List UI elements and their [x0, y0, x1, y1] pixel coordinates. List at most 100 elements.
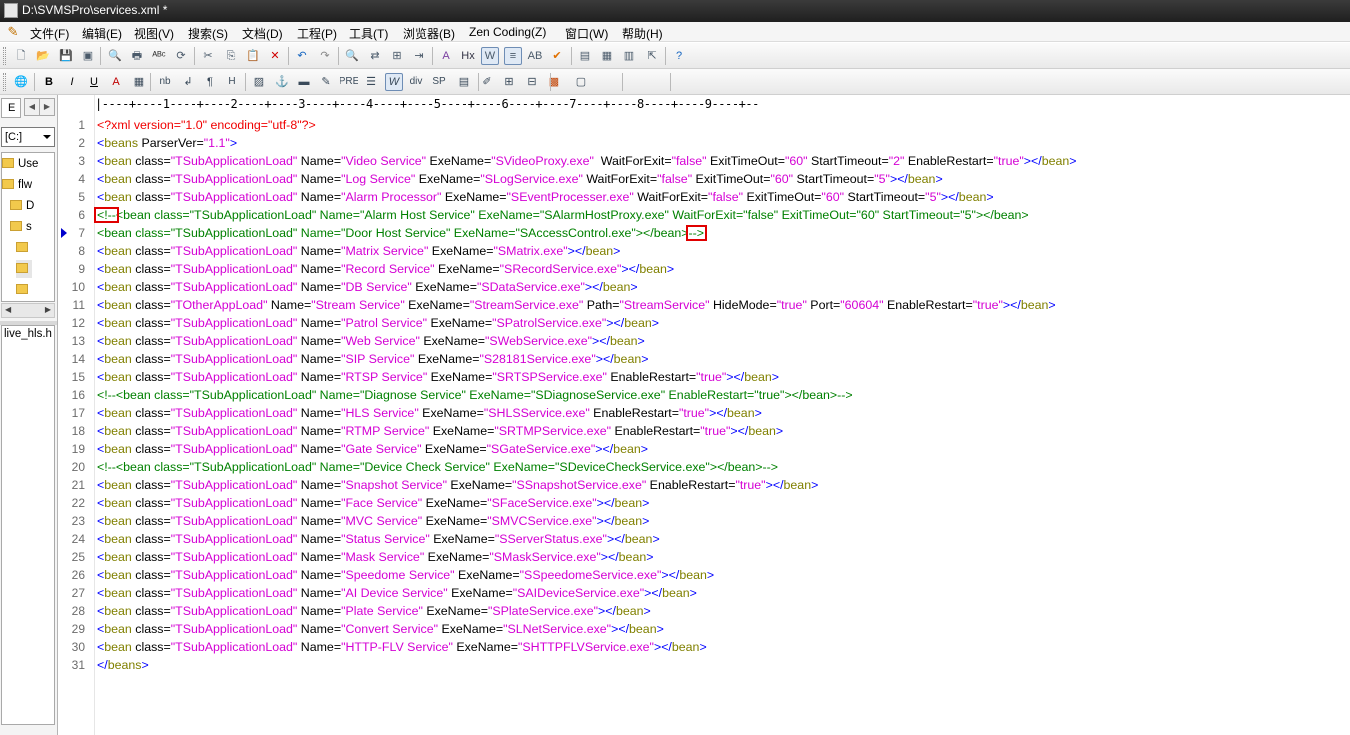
delete-icon[interactable]: ✕ [266, 47, 284, 65]
code-line[interactable]: 1 <?xml version="1.0" encoding="utf-8"?> [59, 116, 1350, 134]
menu-item[interactable]: 编辑(E) [82, 25, 122, 42]
code-line[interactable]: 31 </beans> [59, 656, 1350, 674]
goto-icon[interactable]: ⇥ [410, 47, 428, 65]
code-line[interactable]: 22 <bean class="TSubApplicationLoad" Name… [59, 494, 1350, 512]
save-all-icon[interactable]: ▣ [79, 47, 97, 65]
code-line[interactable]: 30 <bean class="TSubApplicationLoad" Name… [59, 638, 1350, 656]
menu-item[interactable]: 帮助(H) [622, 25, 663, 42]
code-line[interactable]: 24 <bean class="TSubApplicationLoad" Name… [59, 530, 1350, 548]
grid-icon[interactable]: ▥ [620, 47, 638, 65]
edit-icon[interactable]: ✎ [317, 73, 335, 91]
scroll-right-button[interactable]: ▶ [39, 98, 55, 116]
globe-icon[interactable]: 🌐 [12, 73, 30, 91]
copy-icon[interactable]: ⎘ [222, 47, 240, 65]
nbsp-icon[interactable]: nb [156, 73, 174, 91]
spell-check-icon[interactable]: ᴬᴮᶜ [150, 47, 168, 65]
menu-item[interactable]: 浏览器(B) [403, 25, 455, 42]
code-line[interactable]: 23 <bean class="TSubApplicationLoad" Name… [59, 512, 1350, 530]
paste-icon[interactable]: 📋 [244, 47, 262, 65]
code-line[interactable]: 14 <bean class="TSubApplicationLoad" Name… [59, 350, 1350, 368]
code-line[interactable]: 5 <bean class="TSubApplicationLoad" Name=… [59, 188, 1350, 206]
print-preview-icon[interactable]: 🔍 [106, 47, 124, 65]
help-icon[interactable]: ? [670, 47, 688, 65]
title-bar[interactable]: D:\SVMSPro\services.xml * [0, 0, 1350, 22]
find-icon[interactable]: 🔍 [343, 47, 361, 65]
abcd-icon[interactable]: AB [526, 47, 544, 65]
underline-icon[interactable]: U [85, 73, 103, 91]
code-line[interactable]: 10 <bean class="TSubApplicationLoad" Name… [59, 278, 1350, 296]
tree-item[interactable]: Use [2, 155, 38, 173]
code-line[interactable]: 27 <bean class="TSubApplicationLoad" Name… [59, 584, 1350, 602]
code-line[interactable]: 8 <bean class="TSubApplicationLoad" Name=… [59, 242, 1350, 260]
paragraph-icon[interactable]: ¶ [201, 73, 219, 91]
menu-item[interactable]: 工具(T) [349, 25, 388, 42]
image-icon[interactable]: ▨ [250, 73, 268, 91]
code-line[interactable]: 4 <bean class="TSubApplicationLoad" Name=… [59, 170, 1350, 188]
new-file-icon[interactable]: 🗋 [12, 47, 30, 65]
code-line[interactable]: 29 <bean class="TSubApplicationLoad" Name… [59, 620, 1350, 638]
save-icon[interactable]: 💾 [57, 47, 75, 65]
table2-icon[interactable]: ⊟ [523, 73, 541, 91]
div-icon[interactable]: div [407, 73, 425, 91]
tree-item[interactable] [16, 260, 32, 278]
code-line[interactable]: 3 <bean class="TSubApplicationLoad" Name=… [59, 152, 1350, 170]
line-break-icon[interactable]: ↲ [179, 73, 197, 91]
toolbar-grip[interactable] [3, 73, 6, 91]
scroll-left-button[interactable]: ◀ [24, 98, 40, 116]
span-icon[interactable]: SP [430, 73, 448, 91]
code-line[interactable]: 18 <bean class="TSubApplicationLoad" Name… [59, 422, 1350, 440]
menu-item[interactable]: 文件(F) [30, 25, 69, 42]
code-line[interactable]: 15 <bean class="TSubApplicationLoad" Name… [59, 368, 1350, 386]
menu-item[interactable]: 搜索(S) [188, 25, 228, 42]
menu-item[interactable]: 窗口(W) [565, 25, 608, 42]
menu-item[interactable]: Zen Coding(Z) [469, 25, 546, 39]
export-icon[interactable]: ⇱ [643, 47, 661, 65]
toolbar-grip[interactable] [3, 47, 6, 65]
open-folder-icon[interactable]: 📂 [34, 47, 52, 65]
cut-icon[interactable]: ✂ [199, 47, 217, 65]
font-icon[interactable]: A [437, 47, 455, 65]
menu-item[interactable]: 视图(V) [134, 25, 174, 42]
code-line[interactable]: 13 <bean class="TSubApplicationLoad" Name… [59, 332, 1350, 350]
code-line[interactable]: 21 <bean class="TSubApplicationLoad" Name… [59, 476, 1350, 494]
window-icon[interactable]: ▢ [572, 73, 590, 91]
header-icon[interactable]: Hx [459, 47, 477, 65]
horizontal-scrollbar[interactable]: ◀ ▶ [1, 303, 55, 318]
menu-item[interactable]: 工程(P) [297, 25, 337, 42]
tree-item[interactable]: D [10, 197, 34, 215]
refresh-icon[interactable]: ⟳ [172, 47, 190, 65]
pre-icon[interactable]: PRE [340, 73, 358, 91]
code-line[interactable]: 6 <!--<bean class="TSubApplicationLoad" N… [59, 206, 1350, 224]
tree-item[interactable] [16, 239, 32, 257]
code-line[interactable]: 28 <bean class="TSubApplicationLoad" Name… [59, 602, 1350, 620]
code-line[interactable]: 17 <bean class="TSubApplicationLoad" Name… [59, 404, 1350, 422]
list-icon[interactable]: ☰ [362, 73, 380, 91]
palette-icon[interactable]: ▩ [545, 73, 563, 91]
find-in-files-icon[interactable]: ⊞ [388, 47, 406, 65]
code-line[interactable]: 25 <bean class="TSubApplicationLoad" Name… [59, 548, 1350, 566]
word-wrap-icon[interactable]: W [481, 47, 499, 65]
code-line[interactable]: 11 <bean class="TOtherAppLoad" Name="Stre… [59, 296, 1350, 314]
heading-icon[interactable]: H [223, 73, 241, 91]
script-icon[interactable]: ✐ [478, 73, 496, 91]
color-grid-icon[interactable]: ▦ [130, 73, 148, 91]
code-line[interactable]: 19 <bean class="TSubApplicationLoad" Name… [59, 440, 1350, 458]
line-wrap-icon[interactable]: ≡ [504, 47, 522, 65]
code-editor[interactable]: 1 <?xml version="1.0" encoding="utf-8"?> 2… [59, 116, 1350, 674]
drive-select[interactable]: [C:] [1, 127, 55, 147]
panel2-icon[interactable]: ▦ [598, 47, 616, 65]
code-line[interactable]: 20 <!--<bean class="TSubApplicationLoad" … [59, 458, 1350, 476]
undo-icon[interactable]: ↶ [293, 47, 311, 65]
tree-item[interactable]: flw [2, 176, 32, 194]
check-icon[interactable]: ✔ [548, 47, 566, 65]
italic-icon[interactable]: I [63, 73, 81, 91]
panel-tab[interactable]: E [1, 98, 21, 118]
code-line[interactable]: 16 <!--<bean class="TSubApplicationLoad" … [59, 386, 1350, 404]
w-icon[interactable]: W [385, 73, 403, 91]
code-line[interactable]: 9 <bean class="TSubApplicationLoad" Name=… [59, 260, 1350, 278]
bold-icon[interactable]: B [40, 73, 58, 91]
tree-item[interactable]: s [10, 218, 32, 236]
hr-icon[interactable]: ▬ [295, 73, 313, 91]
table-icon[interactable]: ⊞ [500, 73, 518, 91]
file-item[interactable]: live_hls.h [4, 328, 52, 340]
